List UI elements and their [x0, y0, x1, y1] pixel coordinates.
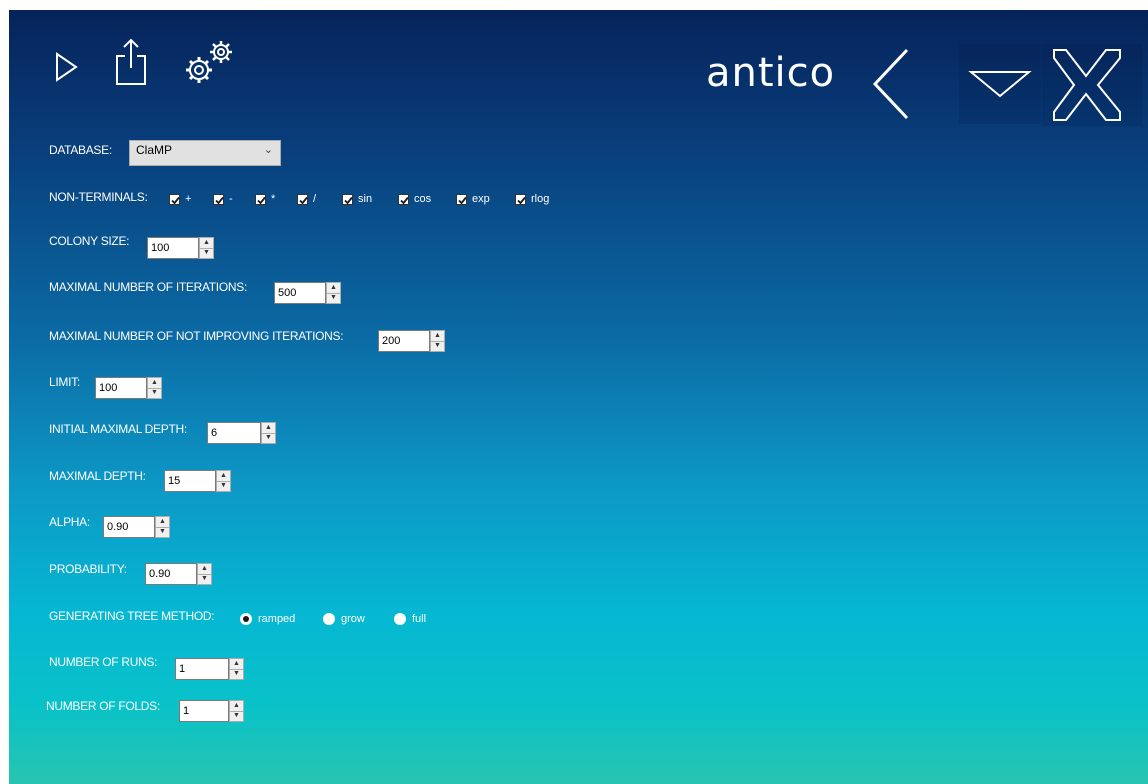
brand-logo: antico: [706, 50, 836, 96]
limit-field[interactable]: 100: [95, 377, 147, 399]
checkbox-label: +: [185, 193, 192, 205]
max-not-improving-label: MAXIMAL NUMBER OF NOT IMPROVING ITERATIO…: [49, 329, 344, 343]
spin-down-icon[interactable]: ▼: [230, 711, 243, 721]
checkbox-cos[interactable]: cos: [398, 193, 431, 205]
spin-down-icon[interactable]: ▼: [262, 433, 275, 443]
spin-down-icon[interactable]: ▼: [148, 388, 161, 398]
max-iterations-field[interactable]: 500: [274, 282, 326, 304]
non-terminals-label: NON-TERMINALS:: [49, 190, 148, 204]
spin-down-icon[interactable]: ▼: [431, 341, 444, 351]
checkbox-multiply[interactable]: *: [255, 193, 275, 205]
alpha-field[interactable]: 0.90: [103, 516, 155, 538]
radio-dot[interactable]: [323, 613, 335, 625]
radio-ramped[interactable]: ramped: [240, 613, 295, 625]
spin-buttons[interactable]: ▲ ▼: [199, 237, 214, 259]
spin-buttons[interactable]: ▲ ▼: [216, 470, 231, 492]
spin-down-icon[interactable]: ▼: [200, 248, 213, 258]
spin-buttons[interactable]: ▲ ▼: [155, 516, 170, 538]
minimize-icon[interactable]: [959, 44, 1041, 124]
checkbox-box[interactable]: [213, 193, 224, 205]
radio-dot[interactable]: [240, 613, 252, 625]
spin-buttons[interactable]: ▲ ▼: [430, 330, 445, 352]
colony-size-label: COLONY SIZE:: [49, 234, 130, 248]
tree-method-label: GENERATING TREE METHOD:: [49, 609, 215, 623]
checkbox-minus[interactable]: -: [213, 193, 233, 205]
runs-field[interactable]: 1: [175, 658, 229, 680]
chevron-down-icon: ⌄: [263, 144, 273, 156]
probability-field[interactable]: 0.90: [145, 563, 197, 585]
checkbox-sin[interactable]: sin: [342, 193, 372, 205]
radio-label: full: [412, 613, 427, 625]
radio-selected-dot: [243, 616, 249, 622]
spin-buttons[interactable]: ▲ ▼: [229, 700, 244, 722]
checkbox-box[interactable]: [297, 193, 308, 205]
checkbox-box[interactable]: [255, 193, 266, 205]
checkbox-box[interactable]: [398, 193, 409, 205]
checkbox-box[interactable]: [342, 193, 353, 205]
close-icon[interactable]: [1042, 44, 1142, 126]
checkbox-box[interactable]: [515, 193, 526, 205]
export-icon[interactable]: [113, 36, 149, 91]
folds-field[interactable]: 1: [179, 700, 229, 722]
max-not-improving-field[interactable]: 200: [378, 330, 430, 352]
database-label: DATABASE:: [49, 143, 112, 157]
checkbox-box[interactable]: [456, 193, 467, 205]
spin-buttons[interactable]: ▲ ▼: [197, 563, 212, 585]
play-icon[interactable]: [55, 52, 79, 87]
spin-buttons[interactable]: ▲ ▼: [229, 658, 244, 680]
max-depth-field[interactable]: 15: [164, 470, 216, 492]
checkbox-plus[interactable]: +: [169, 193, 191, 205]
checkbox-label: /: [313, 193, 317, 205]
checkbox-label: cos: [414, 193, 432, 205]
spin-buttons[interactable]: ▲ ▼: [147, 377, 162, 399]
spin-down-icon[interactable]: ▼: [198, 574, 211, 584]
radio-label: ramped: [258, 613, 296, 625]
radio-dot[interactable]: [394, 613, 406, 625]
checkbox-box[interactable]: [169, 193, 180, 205]
colony-size-field[interactable]: 100: [147, 237, 199, 259]
radio-label: grow: [341, 613, 365, 625]
checkbox-label: exp: [472, 193, 490, 205]
checkbox-divide[interactable]: /: [297, 193, 316, 205]
spin-down-icon[interactable]: ▼: [156, 527, 169, 537]
radio-full[interactable]: full: [394, 613, 426, 625]
runs-label: NUMBER OF RUNS:: [49, 655, 158, 669]
spin-buttons[interactable]: ▲ ▼: [261, 422, 276, 444]
app-window: antico DATABASE: ClaMP ⌄ NON-TERMINALS: …: [9, 10, 1148, 784]
settings-icon[interactable]: [181, 38, 243, 91]
initial-max-depth-label: INITIAL MAXIMAL DEPTH:: [49, 422, 187, 436]
database-select[interactable]: ClaMP ⌄: [129, 140, 281, 166]
alpha-label: ALPHA:: [49, 515, 90, 529]
spin-down-icon[interactable]: ▼: [327, 293, 340, 303]
folds-label: NUMBER OF FOLDS:: [46, 699, 160, 713]
checkbox-label: -: [229, 193, 233, 205]
limit-label: LIMIT:: [49, 375, 80, 389]
max-depth-label: MAXIMAL DEPTH:: [49, 469, 146, 483]
spin-down-icon[interactable]: ▼: [230, 669, 243, 679]
spin-buttons[interactable]: ▲ ▼: [326, 282, 341, 304]
checkbox-exp[interactable]: exp: [456, 193, 490, 205]
radio-grow[interactable]: grow: [323, 613, 365, 625]
checkbox-label: *: [271, 193, 276, 205]
initial-max-depth-field[interactable]: 6: [207, 422, 261, 444]
back-icon[interactable]: [867, 46, 917, 127]
checkbox-label: rlog: [531, 193, 550, 205]
max-iterations-label: MAXIMAL NUMBER OF ITERATIONS:: [49, 280, 247, 294]
database-select-value: ClaMP: [136, 143, 173, 157]
checkbox-label: sin: [358, 193, 373, 205]
checkbox-rlog[interactable]: rlog: [515, 193, 549, 205]
spin-down-icon[interactable]: ▼: [217, 481, 230, 491]
probability-label: PROBABILITY:: [49, 562, 127, 576]
